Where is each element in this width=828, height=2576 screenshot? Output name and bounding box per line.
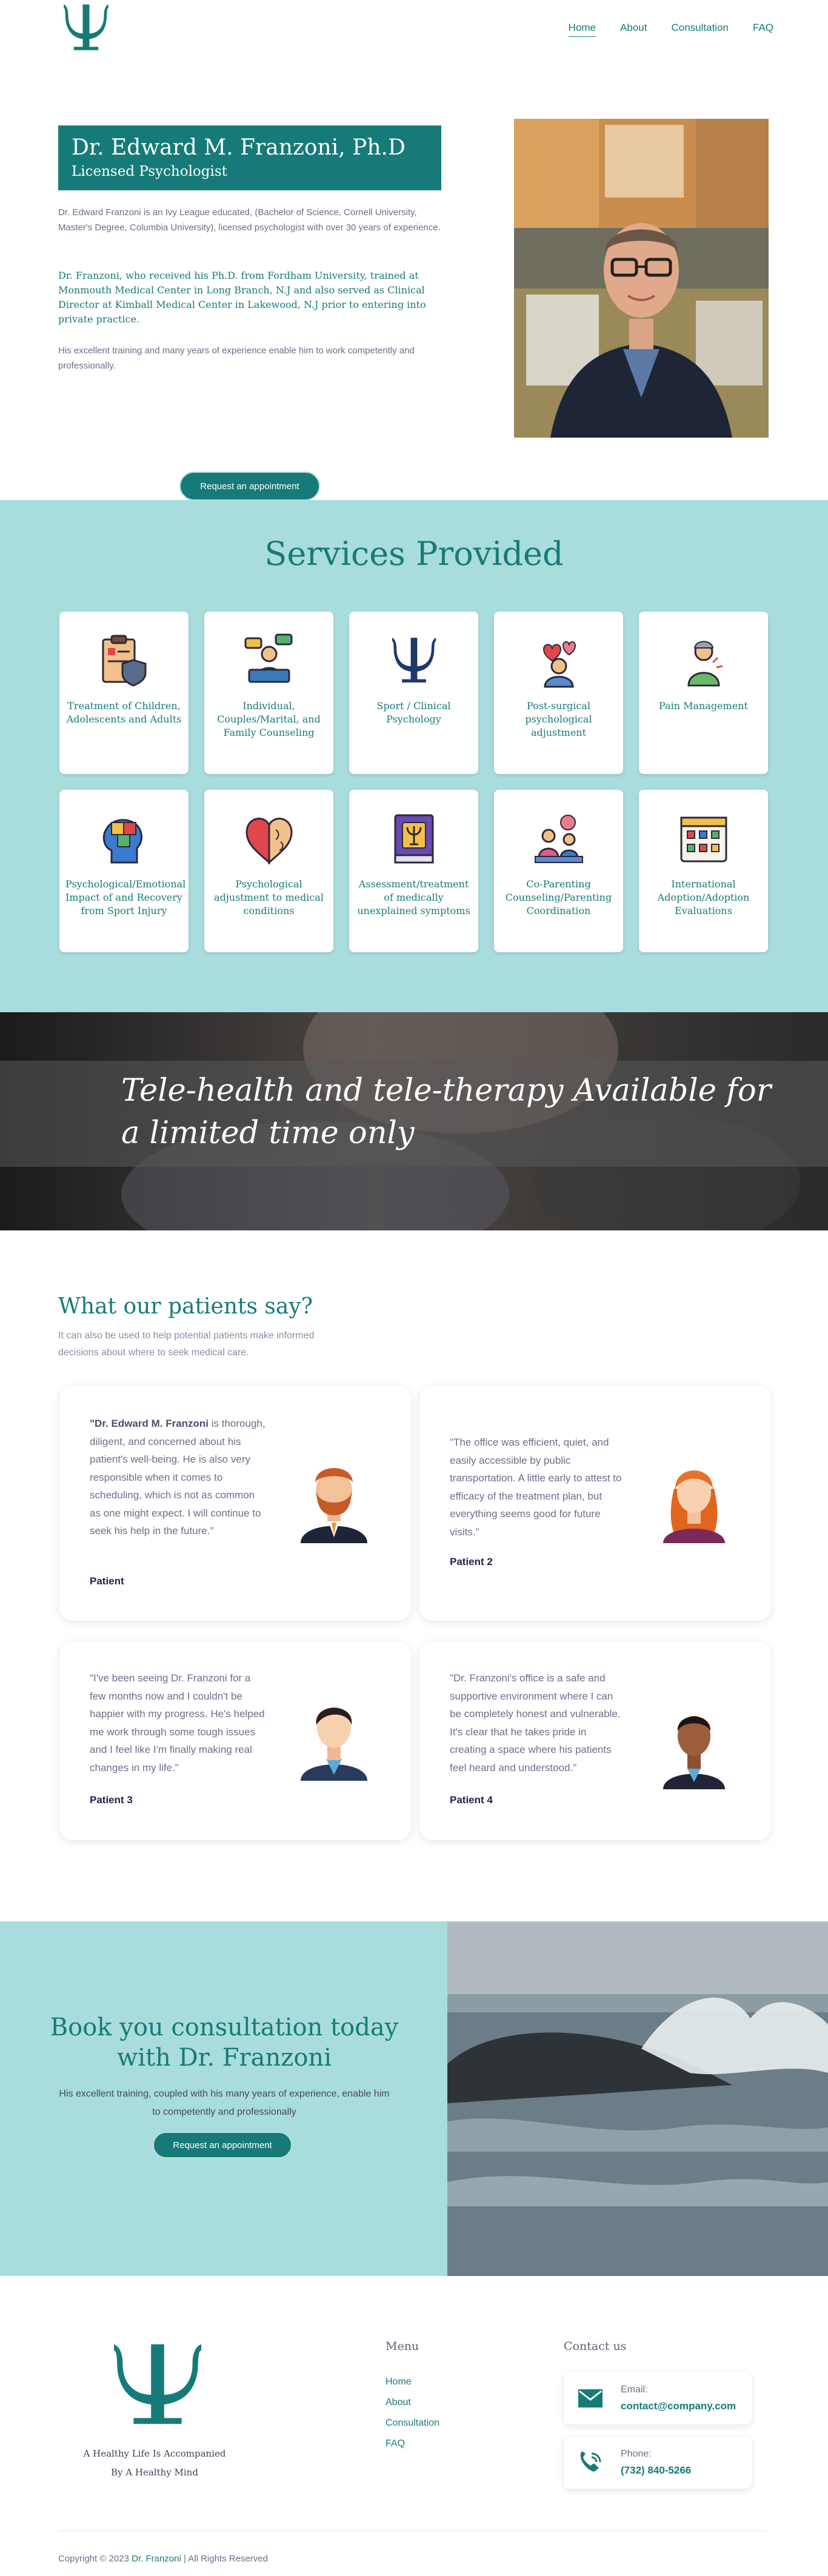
ocean-waves-image	[447, 1921, 828, 2276]
nav-about[interactable]: About	[620, 22, 647, 37]
service-card-unexplained-symptoms[interactable]: Assessment/treatment of medically unexpl…	[349, 790, 478, 952]
phone-icon	[580, 2451, 601, 2472]
puzzle-head-icon	[102, 819, 142, 864]
testimonials-section: What our patients say? It can also be us…	[0, 1230, 828, 1921]
footer-link-faq[interactable]: FAQ	[386, 2438, 439, 2449]
service-label: Psychological/Emotional Impact of and Re…	[65, 878, 186, 916]
hero-experience-text: His excellent training and many years of…	[58, 345, 415, 371]
site-footer: A Healthy Life Is Accompanied By A Healt…	[0, 2276, 828, 2576]
therapy-session-icon	[534, 815, 583, 863]
patient-hearts-icon	[543, 641, 576, 688]
footer-menu-title: Menu	[386, 2340, 419, 2353]
testimonial-author: Patient 4	[450, 1794, 493, 1806]
hero-training-text: Dr. Franzoni, who received his Ph.D. fro…	[58, 270, 426, 325]
phone-label: Phone:	[621, 2449, 652, 2459]
testimonial-card: "Dr. Edward M. Franzoni is thorough, dil…	[59, 1386, 411, 1621]
testimonial-quote: "I've been seeing Dr. Franzoni for a few…	[90, 1672, 265, 1774]
nav-consultation[interactable]: Consultation	[671, 22, 729, 37]
doctor-portrait-image	[514, 119, 769, 438]
service-card-counseling[interactable]: Individual, Couples/Marital, and Family …	[204, 612, 333, 774]
testimonial-card: "Dr. Franzoni's office is a safe and sup…	[419, 1641, 771, 1840]
copyright-text: Copyright © 2023 Dr. Franzoni | All Righ…	[58, 2554, 268, 2564]
testimonial-quote: "Dr. Edward M. Franzoni is thorough, dil…	[90, 1418, 265, 1537]
clipboard-shield-icon	[102, 635, 146, 687]
services-section: Services Provided Treatment of Children,…	[0, 500, 828, 1012]
footer-menu: Home About Consultation FAQ	[386, 2377, 439, 2459]
service-card-adoption[interactable]: International Adoption/Adoption Evaluati…	[639, 790, 768, 952]
service-label: Individual, Couples/Marital, and Family …	[217, 700, 321, 738]
counseling-icon	[244, 633, 292, 683]
footer-link-home[interactable]: Home	[386, 2377, 439, 2387]
testimonials-subtitle: It can also be used to help potential pa…	[58, 1330, 315, 1358]
avatar-dark-skin-man-icon	[663, 1716, 725, 1789]
cta-text: His excellent training, coupled with his…	[59, 2089, 390, 2117]
request-appointment-button[interactable]: Request an appointment	[179, 472, 320, 501]
footer-link-consultation[interactable]: Consultation	[386, 2418, 439, 2429]
pain-person-icon	[687, 641, 723, 687]
telehealth-banner: Tele-health and tele-therapy Available f…	[0, 1012, 828, 1230]
service-card-sport[interactable]: Sport / Clinical Psychology	[349, 612, 478, 774]
testimonial-author: Patient 2	[450, 1556, 493, 1567]
testimonials-title: What our patients say?	[58, 1294, 313, 1319]
service-card-co-parenting[interactable]: Co-Parenting Counseling/Parenting Coordi…	[494, 790, 623, 952]
email-value[interactable]: contact@company.com	[621, 2400, 736, 2412]
footer-link-about[interactable]: About	[386, 2397, 439, 2408]
hero-title-box: Dr. Edward M. Franzoni, Ph.D Licensed Ps…	[58, 125, 441, 190]
service-label: International Adoption/Adoption Evaluati…	[657, 878, 750, 916]
hero-title: Dr. Edward M. Franzoni, Ph.D	[72, 135, 406, 160]
nav-faq[interactable]: FAQ	[753, 22, 773, 37]
avatar-redhead-woman-icon	[663, 1470, 725, 1543]
testimonial-quote: "The office was efficient, quiet, and ea…	[450, 1436, 622, 1538]
telehealth-heading: Tele-health and tele-therapy Available f…	[121, 1073, 772, 1151]
nav-home[interactable]: Home	[568, 22, 596, 37]
service-card-post-surgical[interactable]: Post-surgical psychological adjustment	[494, 612, 623, 774]
hero-intro-text: Dr. Edward Franzoni is an Ivy League edu…	[58, 207, 441, 233]
hero-section: Dr. Edward M. Franzoni, Ph.D Licensed Ps…	[0, 67, 828, 501]
service-label: Co-Parenting Counseling/Parenting Coordi…	[505, 878, 612, 916]
testimonial-card: "The office was efficient, quiet, and ea…	[419, 1386, 771, 1621]
service-card-sport-injury[interactable]: Psychological/Emotional Impact of and Re…	[59, 790, 189, 952]
testimonial-doctor-name: "Dr. Edward M. Franzoni	[90, 1418, 209, 1429]
service-card-children[interactable]: Treatment of Children, Adolescents and A…	[59, 612, 189, 774]
services-title: Services Provided	[264, 535, 564, 573]
email-label: Email:	[621, 2384, 648, 2395]
service-label: Psychological adjustment to medical cond…	[214, 878, 324, 916]
service-label: Sport / Clinical Psychology	[376, 700, 451, 725]
cta-request-appointment-button[interactable]: Request an appointment	[153, 2132, 292, 2158]
envelope-icon	[578, 2389, 603, 2407]
email-contact-box[interactable]: Email: contact@company.com	[564, 2372, 752, 2424]
testimonial-author: Patient	[90, 1575, 124, 1587]
hero-subtitle: Licensed Psychologist	[72, 164, 227, 179]
copyright-link[interactable]: Dr. Franzoni	[132, 2554, 181, 2564]
avatar-redhead-man-icon	[301, 1468, 367, 1543]
testimonial-author: Patient 3	[90, 1794, 133, 1806]
service-label: Treatment of Children, Adolescents and A…	[66, 700, 182, 725]
psi-book-icon	[394, 814, 433, 864]
main-nav: Home About Consultation FAQ	[568, 22, 773, 37]
psi-logo-icon[interactable]	[58, 0, 114, 56]
footer-contact-title: Contact us	[564, 2340, 627, 2353]
footer-psi-logo-icon[interactable]	[103, 2337, 212, 2434]
service-card-medical-conditions[interactable]: Psychological adjustment to medical cond…	[204, 790, 333, 952]
psi-icon	[392, 638, 436, 682]
heart-brain-icon	[245, 818, 293, 865]
service-label: Assessment/treatment of medically unexpl…	[357, 878, 470, 916]
cta-title: Book you consultation today with Dr. Fra…	[50, 2014, 399, 2072]
phone-value[interactable]: (732) 840-5266	[621, 2464, 691, 2477]
consultation-cta-section: Book you consultation today with Dr. Fra…	[0, 1921, 828, 2276]
service-card-pain[interactable]: Pain Management	[639, 612, 768, 774]
footer-tagline: A Healthy Life Is Accompanied By A Healt…	[83, 2448, 226, 2478]
testimonial-quote: "Dr. Franzoni's office is a safe and sup…	[450, 1672, 621, 1774]
service-label: Pain Management	[659, 700, 748, 712]
checklist-icon	[680, 816, 727, 863]
site-header: Home About Consultation FAQ	[0, 0, 828, 67]
avatar-dark-hair-man-icon	[301, 1707, 367, 1781]
service-label: Post-surgical psychological adjustment	[525, 700, 592, 738]
testimonial-card: "I've been seeing Dr. Franzoni for a few…	[59, 1641, 411, 1840]
phone-contact-box[interactable]: Phone: (732) 840-5266	[564, 2437, 752, 2489]
